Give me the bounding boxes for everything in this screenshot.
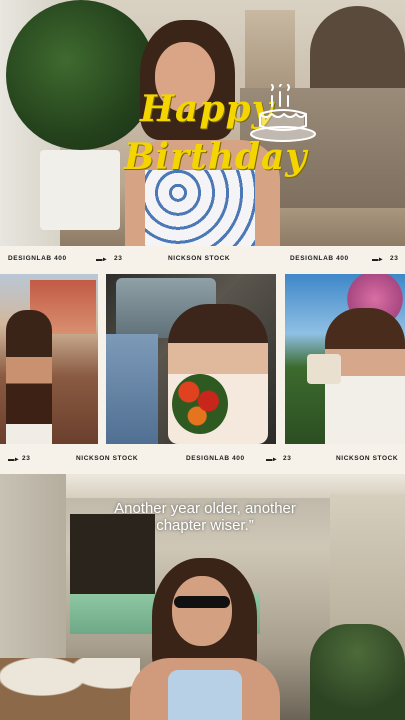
photo-center bbox=[106, 274, 276, 444]
strip-number: 23 bbox=[114, 255, 123, 262]
strip-label: NICKSON STOCK bbox=[336, 455, 399, 462]
arrow-icon: ▬▸ bbox=[372, 256, 383, 263]
face bbox=[172, 576, 232, 646]
blue-top bbox=[168, 670, 242, 720]
drink-cup bbox=[307, 354, 341, 384]
strip-label: DESIGNLAB 400 bbox=[290, 255, 349, 262]
strip-number: 23 bbox=[283, 455, 292, 462]
photo-right bbox=[285, 274, 405, 444]
quote-line-2: chapter wiser.” bbox=[156, 517, 254, 534]
strip-number: 23 bbox=[22, 455, 31, 462]
film-strip-bottom: ▬▸ 23 NICKSON STOCK DESIGNLAB 400 ▬▸ 23 … bbox=[0, 446, 405, 474]
strip-label: DESIGNLAB 400 bbox=[186, 455, 245, 462]
plant-pot bbox=[40, 150, 120, 230]
sunglasses bbox=[174, 596, 230, 608]
strip-label: NICKSON STOCK bbox=[168, 255, 231, 262]
jeans bbox=[106, 334, 158, 444]
photo-left bbox=[0, 274, 98, 444]
cafe-tables bbox=[0, 658, 140, 720]
arrow-icon: ▬▸ bbox=[8, 456, 19, 463]
photo-row bbox=[0, 274, 405, 446]
quote-line-1: Another year older, another bbox=[114, 500, 296, 517]
strip-number: 23 bbox=[390, 255, 399, 262]
strip-label: NICKSON STOCK bbox=[76, 455, 139, 462]
woman-figure bbox=[130, 558, 280, 720]
flower-bouquet bbox=[172, 374, 228, 434]
woman-figure bbox=[6, 310, 52, 444]
film-strip-top: DESIGNLAB 400 ▬▸ 23 NICKSON STOCK DESIGN… bbox=[0, 246, 405, 274]
birthday-cake-icon bbox=[250, 84, 316, 142]
floral-top bbox=[145, 170, 255, 246]
strip-label: DESIGNLAB 400 bbox=[8, 255, 67, 262]
arrow-icon: ▬▸ bbox=[96, 256, 107, 263]
plants bbox=[310, 624, 405, 720]
arrow-icon: ▬▸ bbox=[266, 456, 277, 463]
